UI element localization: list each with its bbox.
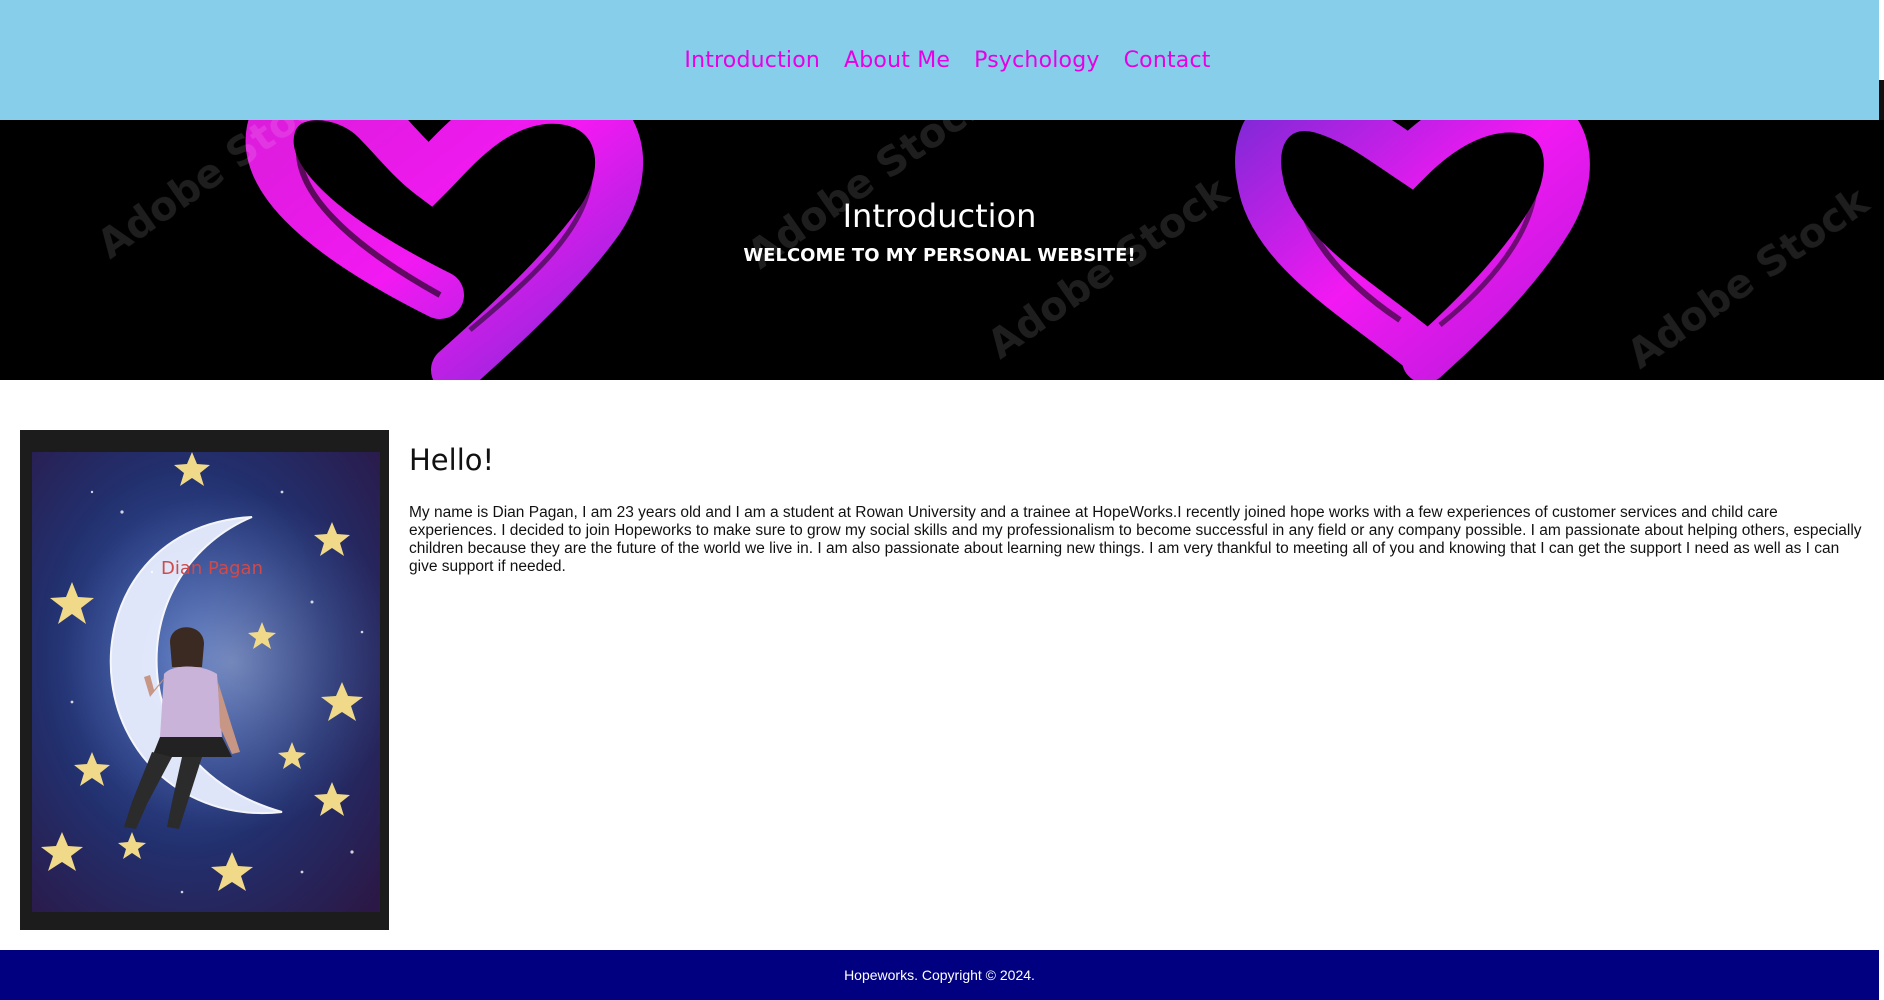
top-navbar: Introduction About Me Psychology Contact — [0, 0, 1879, 120]
intro-text-block: Hello! My name is Dian Pagan, I am 23 ye… — [409, 430, 1869, 576]
bio-paragraph: My name is Dian Pagan, I am 23 years old… — [409, 504, 1862, 575]
hero-title: Introduction — [842, 197, 1037, 235]
photo-caption: Dian Pagan — [161, 558, 263, 579]
nav-link-about-me[interactable]: About Me — [844, 48, 950, 73]
scrollbar-edge — [1879, 80, 1884, 120]
main-content: Dian Pagan Hello! My name is Dian Pagan,… — [20, 430, 1870, 930]
greeting-heading: Hello! — [409, 443, 495, 477]
footer: Hopeworks. Copyright © 2024. — [0, 950, 1879, 1000]
profile-photo: Dian Pagan — [32, 452, 380, 912]
page: Introduction About Me Psychology Contact — [0, 0, 1884, 1000]
hero-text: Introduction WELCOME TO MY PERSONAL WEBS… — [0, 194, 1879, 268]
profile-photo-frame: Dian Pagan — [20, 430, 389, 930]
hero-subtitle: WELCOME TO MY PERSONAL WEBSITE! — [743, 245, 1136, 266]
hero-banner: Adobe Stock Adobe Stock Adobe Stock Adob… — [0, 120, 1884, 380]
nav-link-contact[interactable]: Contact — [1124, 48, 1211, 73]
copyright-text: Hopeworks. Copyright © 2024. — [844, 967, 1035, 983]
nav-link-psychology[interactable]: Psychology — [974, 48, 1099, 73]
nav-link-introduction[interactable]: Introduction — [684, 48, 820, 73]
nav-menu: Introduction About Me Psychology Contact — [684, 48, 1210, 73]
